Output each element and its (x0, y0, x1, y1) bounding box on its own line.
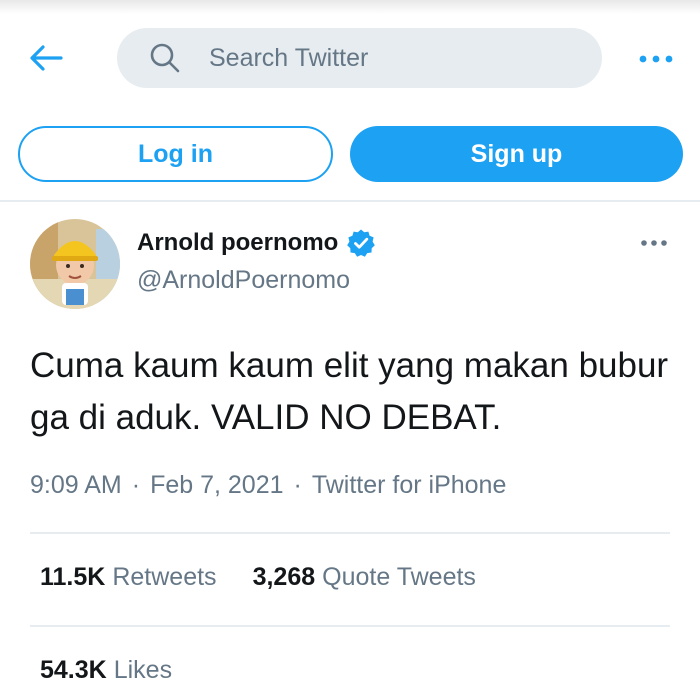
retweets-count: 11.5K (40, 563, 106, 591)
likes-count: 54.3K (40, 656, 107, 684)
author-name-row[interactable]: Arnold poernomo (137, 228, 376, 258)
avatar[interactable] (30, 219, 120, 309)
tweet-stats: 11.5K Retweets 3,268 Quote Tweets (40, 563, 512, 592)
tweet-time[interactable]: 9:09 AM (30, 471, 122, 500)
more-horizontal-icon (639, 55, 673, 63)
retweets-stat[interactable]: 11.5K Retweets (40, 563, 217, 592)
more-horizontal-icon (641, 240, 667, 246)
meta-separator: · (131, 471, 141, 499)
divider (0, 200, 700, 202)
likes-row: 54.3K Likes (40, 656, 208, 685)
tweet-text: Cuma kaum kaum elit yang makan bubur ga … (30, 346, 669, 437)
likes-label: Likes (113, 656, 173, 684)
auth-buttons: Log in Sign up (0, 126, 700, 182)
tweet-date[interactable]: Feb 7, 2021 (150, 471, 283, 500)
author-handle[interactable]: @ArnoldPoernomo (137, 266, 350, 295)
quote-tweets-stat[interactable]: 3,268 Quote Tweets (253, 563, 476, 592)
more-options-button[interactable] (634, 44, 678, 74)
divider (30, 532, 670, 534)
search-bar[interactable] (117, 28, 602, 88)
divider (30, 625, 670, 627)
back-button[interactable] (24, 38, 68, 78)
status-bar-shadow (0, 0, 700, 14)
search-input[interactable] (209, 43, 589, 73)
verified-badge-icon (347, 229, 376, 257)
tweet-more-button[interactable] (632, 228, 676, 258)
quote-tweets-label: Quote Tweets (322, 563, 476, 591)
top-nav (0, 20, 700, 96)
retweets-label: Retweets (112, 563, 217, 591)
likes-stat[interactable]: 54.3K Likes (40, 656, 172, 685)
login-button[interactable]: Log in (18, 126, 333, 182)
search-icon (145, 38, 185, 78)
tweet-metadata: 9:09 AM · Feb 7, 2021 · Twitter for iPho… (30, 471, 506, 500)
tweet-source[interactable]: Twitter for iPhone (312, 471, 507, 500)
meta-separator: · (293, 471, 302, 499)
arrow-left-icon (30, 45, 63, 71)
signup-button[interactable]: Sign up (350, 126, 683, 182)
author-display-name[interactable]: Arnold poernomo (137, 229, 338, 257)
quote-tweets-count: 3,268 (252, 563, 316, 591)
